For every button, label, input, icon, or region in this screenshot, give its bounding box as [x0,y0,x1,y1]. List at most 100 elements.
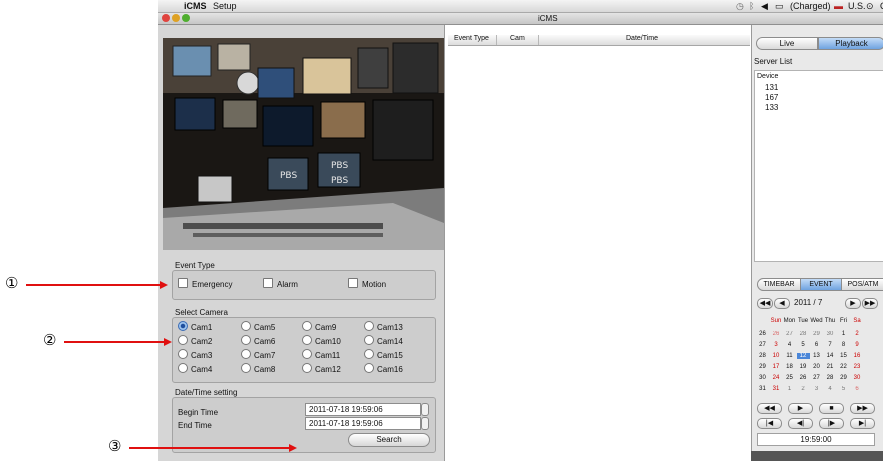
end-time-stepper[interactable] [421,417,429,430]
menu-setup[interactable]: Setup [213,1,237,11]
fast-forward-button[interactable]: ▶▶ [850,403,875,414]
menu-app-name[interactable]: iCMS [184,1,207,11]
radio-icon[interactable] [364,321,374,331]
radio-cam8[interactable]: Cam8 [241,363,275,374]
flag-icon[interactable]: ▬ [834,1,843,11]
calendar-day[interactable]: 2 [851,331,864,337]
device-item[interactable]: 167 [765,93,778,102]
col-event-type[interactable]: Event Type [454,35,489,42]
calendar-day[interactable]: 16 [851,353,864,359]
calendar-day[interactable]: 2 [797,386,810,392]
time-display[interactable]: 19:59:00 [757,433,875,446]
radio-icon[interactable] [364,335,374,345]
radio-icon[interactable] [302,335,312,345]
step-forward-button[interactable]: |▶ [819,418,844,429]
begin-time-stepper[interactable] [421,403,429,416]
calendar-day[interactable]: 27 [783,331,796,337]
calendar-day[interactable]: 26 [797,375,810,381]
battery-icon[interactable]: ▭ [775,1,784,12]
radio-cam15[interactable]: Cam15 [364,349,403,360]
camera-preview[interactable]: PBS PBS PBS [163,38,444,250]
calendar-day[interactable]: 11 [783,353,796,359]
input-source[interactable]: U.S. [848,1,866,11]
radio-cam9[interactable]: Cam9 [302,321,336,332]
calendar-day[interactable]: 21 [824,364,837,370]
calendar-day[interactable]: 1 [783,386,796,392]
calendar-day[interactable]: 15 [837,353,850,359]
radio-icon[interactable] [364,349,374,359]
minimize-button[interactable] [172,14,180,22]
server-list[interactable]: Device 131 167 133 [754,70,883,262]
calendar-day[interactable]: 9 [851,342,864,348]
calendar-day[interactable]: 28 [824,375,837,381]
calendar-day[interactable]: 6 [851,386,864,392]
tab-event[interactable]: EVENT [800,278,842,291]
tab-pos-atm[interactable]: POS/ATM [841,278,883,291]
calendar-day[interactable]: 20 [810,364,823,370]
live-button[interactable]: Live [756,37,818,50]
play-button[interactable]: ▶ [788,403,813,414]
calendar-day[interactable]: 13 [810,353,823,359]
checkbox-motion[interactable]: Motion [348,278,386,289]
volume-icon[interactable]: ◀ [761,1,768,12]
calendar-day[interactable]: 30 [824,331,837,337]
clock-icon[interactable]: ◷ [736,1,744,12]
radio-cam6[interactable]: Cam6 [241,335,275,346]
radio-icon[interactable] [178,349,188,359]
checkbox-emergency[interactable]: Emergency [178,278,232,289]
radio-icon[interactable] [302,363,312,373]
calendar-day[interactable]: 31 [770,386,783,392]
radio-icon[interactable] [241,349,251,359]
calendar-day[interactable]: 23 [851,364,864,370]
next-month-button[interactable]: ▶ [845,298,861,309]
stop-button[interactable]: ■ [819,403,844,414]
zoom-button[interactable] [182,14,190,22]
calendar-day[interactable]: 7 [824,342,837,348]
calendar-day[interactable]: 5 [797,342,810,348]
radio-cam4[interactable]: Cam4 [178,363,212,374]
battery-status[interactable]: (Charged) [790,1,831,11]
event-list[interactable] [448,35,750,461]
calendar-day[interactable]: 10 [770,353,783,359]
radio-cam10[interactable]: Cam10 [302,335,341,346]
device-item[interactable]: 131 [765,83,778,92]
radio-icon[interactable] [178,363,188,373]
calendar-day[interactable]: 26 [770,331,783,337]
radio-cam13[interactable]: Cam13 [364,321,403,332]
calendar-day[interactable]: 8 [837,342,850,348]
radio-icon[interactable] [364,363,374,373]
radio-icon[interactable] [241,363,251,373]
calendar-day[interactable]: 19 [797,364,810,370]
radio-icon[interactable] [178,335,188,345]
calendar-day[interactable]: 3 [770,342,783,348]
radio-icon[interactable] [302,321,312,331]
radio-cam14[interactable]: Cam14 [364,335,403,346]
close-button[interactable] [162,14,170,22]
bluetooth-icon[interactable]: ᛒ [749,1,754,11]
col-datetime[interactable]: Date/Time [626,35,658,42]
calendar-day[interactable]: 6 [810,342,823,348]
radio-cam16[interactable]: Cam16 [364,363,403,374]
calendar-day[interactable]: 1 [837,331,850,337]
calendar-day[interactable]: 5 [837,386,850,392]
radio-icon[interactable] [241,321,251,331]
calendar-day[interactable]: 24 [770,375,783,381]
step-back-button[interactable]: ◀| [788,418,813,429]
rewind-button[interactable]: ◀◀ [757,403,782,414]
calendar-day[interactable]: 22 [837,364,850,370]
next-year-button[interactable]: ▶▶ [862,298,878,309]
prev-year-button[interactable]: ◀◀ [757,298,773,309]
calendar-day[interactable]: 29 [837,375,850,381]
calendar-day[interactable]: 3 [810,386,823,392]
end-time-field[interactable]: 2011-07-18 19:59:06 [305,417,421,430]
tab-timebar[interactable]: TIMEBAR [757,278,801,291]
radio-cam7[interactable]: Cam7 [241,349,275,360]
skip-end-button[interactable]: ▶| [850,418,875,429]
radio-cam2[interactable]: Cam2 [178,335,212,346]
radio-cam12[interactable]: Cam12 [302,363,341,374]
radio-icon[interactable] [178,321,188,331]
calendar-day[interactable]: 4 [824,386,837,392]
radio-cam5[interactable]: Cam5 [241,321,275,332]
calendar-day[interactable]: 4 [783,342,796,348]
calendar-day[interactable]: 18 [783,364,796,370]
